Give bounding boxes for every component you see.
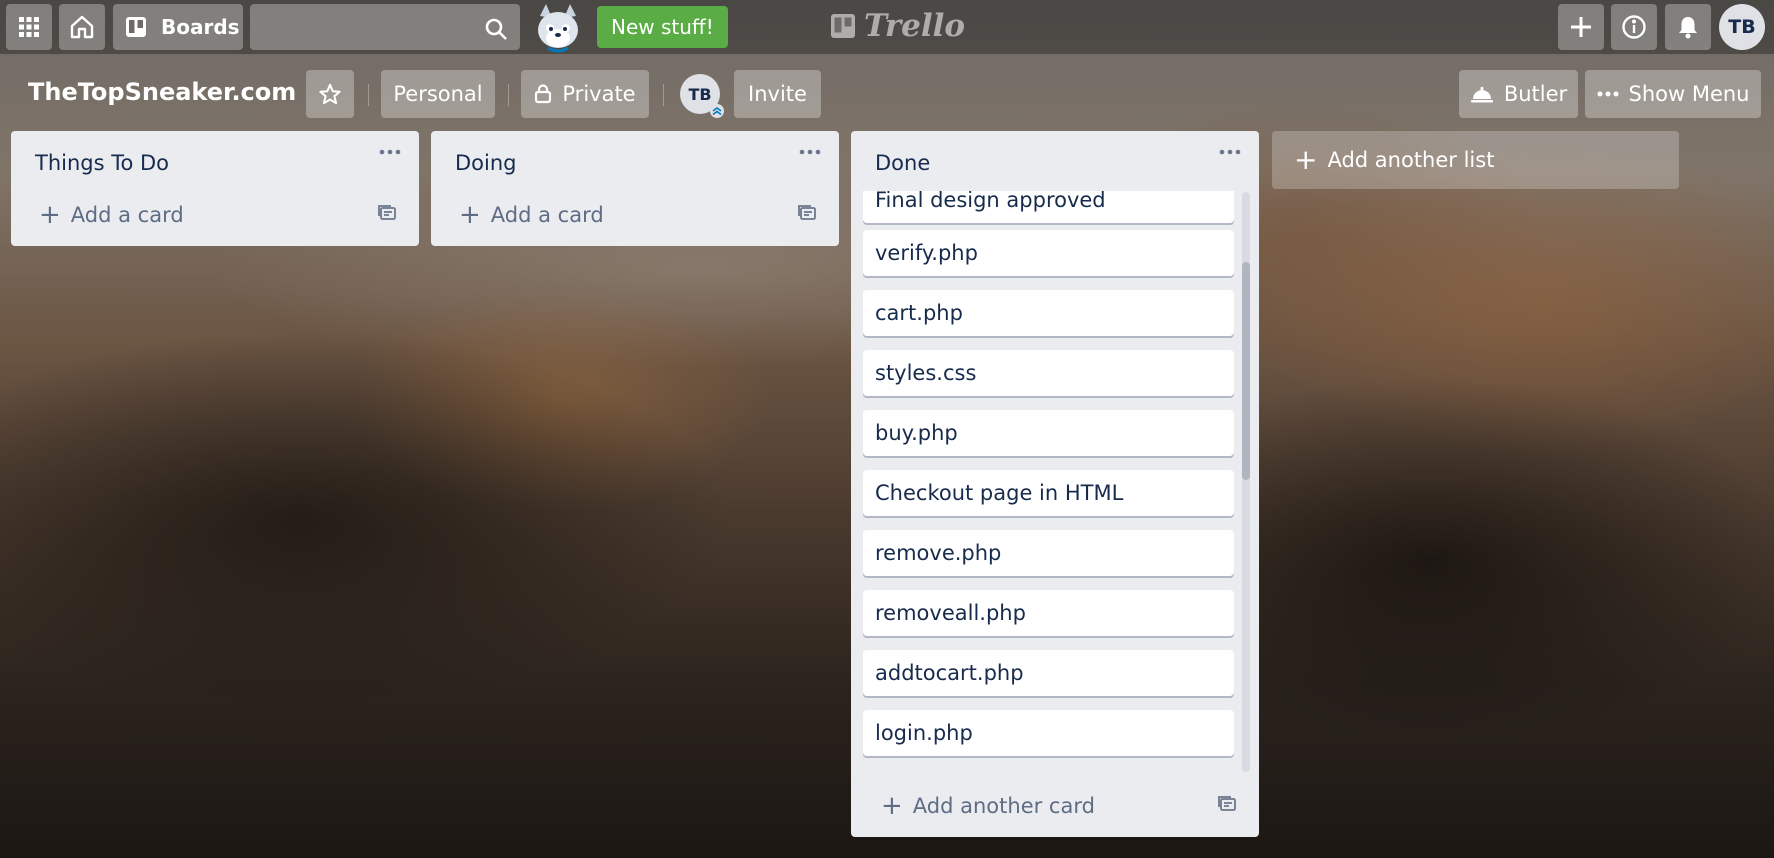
home-button[interactable] (59, 4, 105, 50)
grid-icon (19, 17, 39, 37)
add-another-card-button[interactable]: + Add another card (881, 793, 1095, 819)
butler-label: Butler (1503, 82, 1568, 106)
add-card-label: Add a card (70, 203, 184, 227)
list-scrollbar-thumb[interactable] (1242, 262, 1250, 480)
lock-icon (535, 84, 552, 104)
header-divider (508, 84, 509, 106)
search-input[interactable] (250, 4, 520, 50)
team-label: Personal (393, 82, 483, 106)
card[interactable]: cart.php (863, 290, 1234, 336)
add-card-button[interactable]: + Add a card (459, 202, 604, 228)
card[interactable]: Checkout page in HTML (863, 470, 1234, 516)
board-member-avatar[interactable]: TB (680, 74, 724, 118)
board-title[interactable]: TheTopSneaker.com (28, 78, 296, 106)
team-visibility-button[interactable]: Personal (381, 70, 495, 118)
butler-icon (1470, 87, 1493, 103)
new-stuff-label: New stuff! (611, 15, 714, 39)
card[interactable]: login.php (863, 710, 1234, 756)
star-icon (319, 83, 341, 105)
card[interactable]: verify.php (863, 230, 1234, 276)
header-divider (663, 84, 664, 106)
card-template-icon[interactable] (797, 204, 817, 222)
taco-mascot-icon (538, 4, 578, 53)
plus-icon: + (881, 791, 903, 821)
plus-icon: + (39, 200, 61, 230)
new-stuff-button[interactable]: New stuff! (597, 6, 728, 48)
admin-chevron-icon (710, 104, 724, 118)
card-template-icon[interactable] (1217, 795, 1237, 813)
card-list: Final design approved verify.php cart.ph… (851, 191, 1259, 779)
user-avatar[interactable]: TB (1719, 4, 1765, 50)
butler-button[interactable]: Butler (1459, 70, 1578, 118)
plus-icon: + (1294, 143, 1318, 176)
star-button[interactable] (306, 70, 354, 118)
card[interactable]: styles.css (863, 350, 1234, 396)
header-divider (368, 84, 369, 106)
boards-label: Boards (161, 15, 240, 39)
list-done: Done Final design approved verify.php ca… (851, 131, 1259, 837)
more-icon (1597, 91, 1618, 97)
list-menu-icon[interactable] (1219, 149, 1241, 155)
card[interactable]: remove.php (863, 530, 1234, 576)
list-doing: Doing + Add a card (431, 131, 839, 246)
list-things-to-do: Things To Do + Add a card (11, 131, 419, 246)
user-initials: TB (1728, 16, 1756, 38)
boards-icon (126, 17, 146, 37)
info-button[interactable] (1611, 4, 1657, 50)
show-menu-label: Show Menu (1628, 82, 1750, 106)
privacy-button[interactable]: Private (521, 70, 649, 118)
privacy-label: Private (562, 82, 636, 106)
plus-icon (1571, 17, 1591, 37)
info-icon (1622, 15, 1646, 39)
trello-logo-icon (831, 14, 855, 38)
board-header: TheTopSneaker.com Personal Private TB In… (0, 64, 1774, 126)
card[interactable]: Final design approved (863, 191, 1234, 223)
apps-button[interactable] (6, 4, 52, 50)
top-bar: Boards New stuff! Trello TB (0, 0, 1774, 54)
boards-button[interactable]: Boards (113, 4, 243, 50)
card[interactable]: removeall.php (863, 590, 1234, 636)
invite-label: Invite (748, 82, 807, 106)
card[interactable]: buy.php (863, 410, 1234, 456)
add-list-label: Add another list (1327, 148, 1495, 172)
notifications-button[interactable] (1665, 4, 1711, 50)
search-icon (485, 18, 507, 40)
card[interactable]: addtocart.php (863, 650, 1234, 696)
show-menu-button[interactable]: Show Menu (1585, 70, 1761, 118)
add-card-button[interactable]: + Add a card (39, 202, 184, 228)
trello-logo[interactable]: Trello (830, 8, 965, 44)
plus-icon: + (459, 200, 481, 230)
list-title[interactable]: Doing (455, 151, 517, 175)
add-another-list-button[interactable]: + Add another list (1272, 131, 1679, 189)
card-template-icon[interactable] (377, 204, 397, 222)
add-card-label: Add a card (490, 203, 604, 227)
list-menu-icon[interactable] (799, 149, 821, 155)
member-initials: TB (688, 84, 712, 104)
list-menu-icon[interactable] (379, 149, 401, 155)
create-button[interactable] (1558, 4, 1604, 50)
add-card-label: Add another card (912, 794, 1095, 818)
list-title[interactable]: Things To Do (35, 151, 169, 175)
home-icon (70, 15, 94, 39)
bell-icon (1679, 17, 1697, 39)
invite-button[interactable]: Invite (734, 70, 821, 118)
list-title[interactable]: Done (875, 151, 930, 175)
logo-text: Trello (864, 8, 966, 44)
